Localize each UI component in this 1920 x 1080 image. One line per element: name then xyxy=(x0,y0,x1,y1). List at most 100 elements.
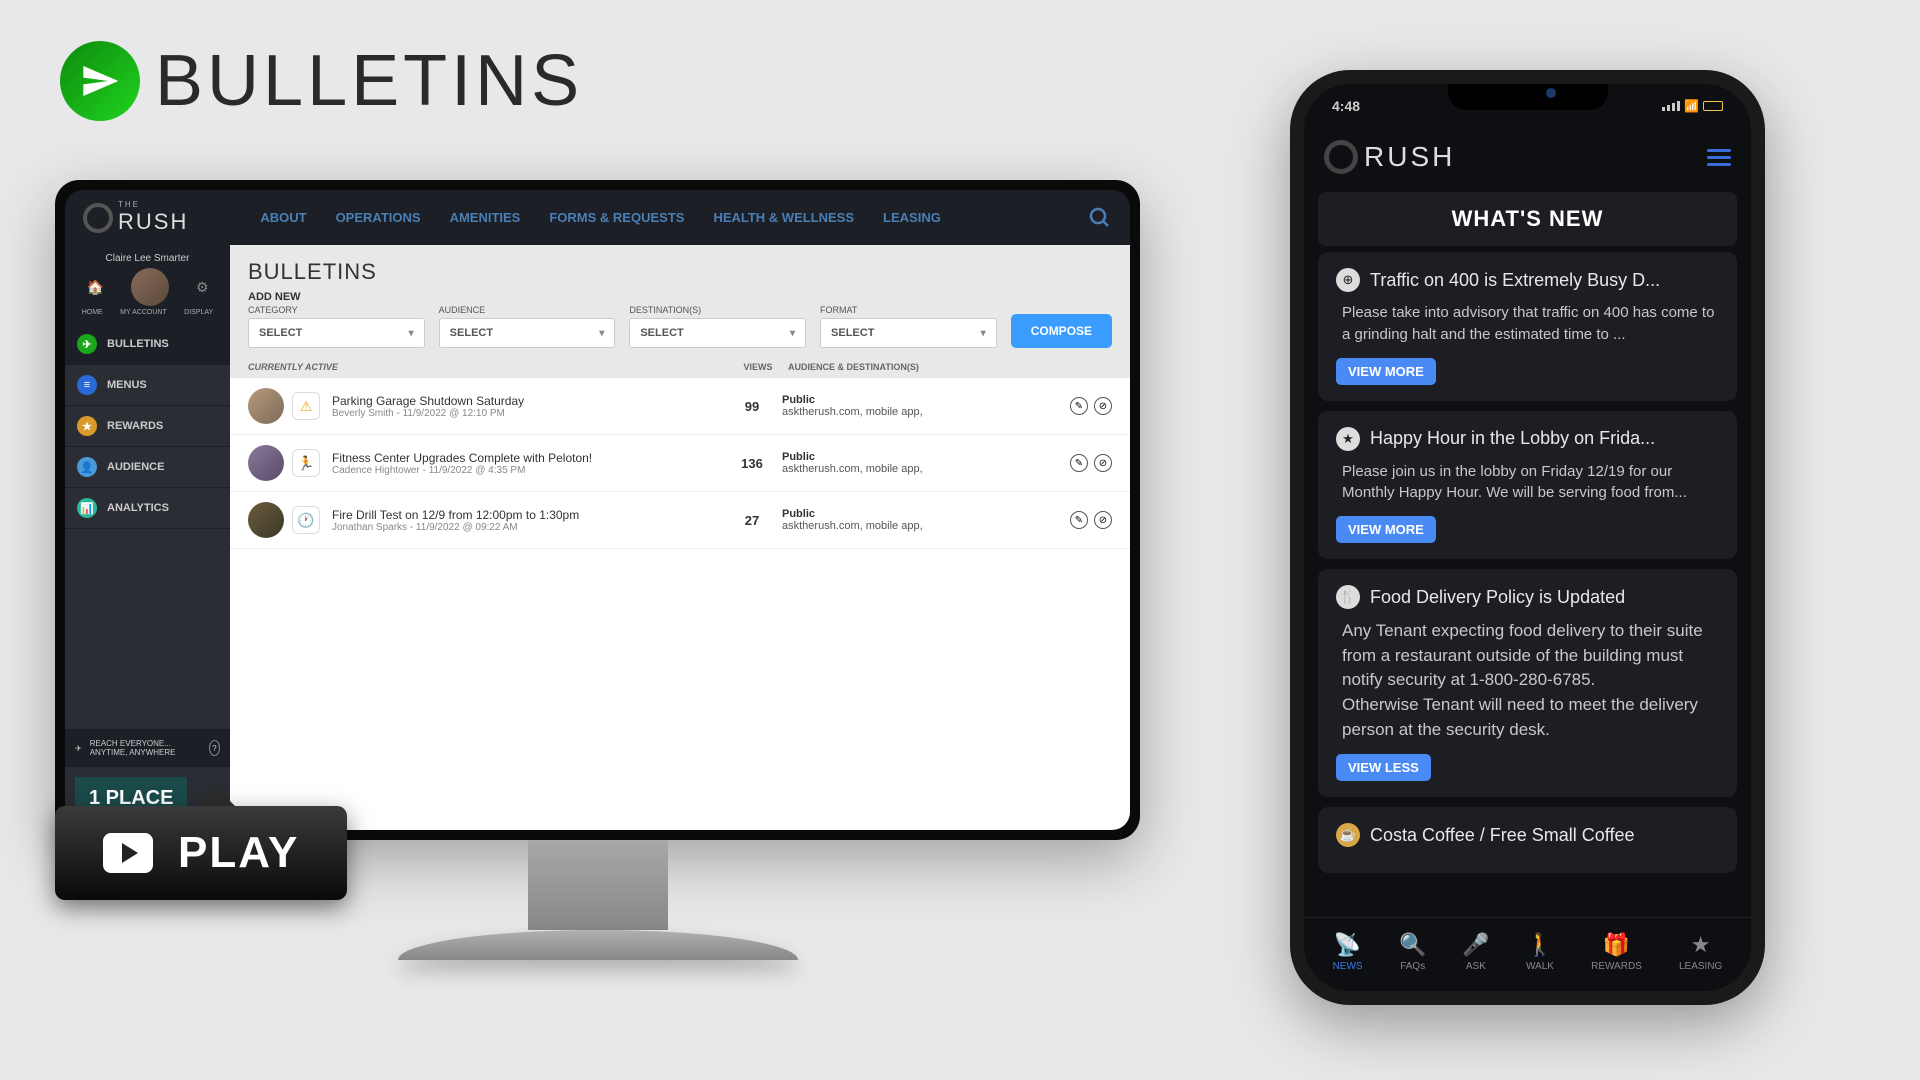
user-label-account[interactable]: MY ACCOUNT xyxy=(120,309,167,316)
tab-walk[interactable]: 🚶 WALK xyxy=(1526,932,1554,972)
row-aud-label: Public xyxy=(782,451,1070,463)
edit-icon[interactable]: ✎ xyxy=(1070,397,1088,415)
nav-about[interactable]: ABOUT xyxy=(248,202,318,233)
news-card[interactable]: ⊕ Traffic on 400 is Extremely Busy D... … xyxy=(1318,252,1737,401)
desktop-monitor: THE RUSH ABOUT OPERATIONS AMENITIES FORM… xyxy=(55,180,1140,960)
tab-ask[interactable]: 🎤 ASK xyxy=(1463,932,1489,972)
row-title: Parking Garage Shutdown Saturday xyxy=(332,394,722,408)
rush-logo[interactable]: THE RUSH xyxy=(83,201,188,235)
home-icon[interactable]: 🏠 xyxy=(87,279,104,296)
filter-label-destination: DESTINATION(S) xyxy=(629,305,806,315)
phone-header: RUSH xyxy=(1304,128,1751,186)
play-icon xyxy=(103,833,153,873)
delete-icon[interactable]: ⊘ xyxy=(1094,454,1112,472)
sidebar-item-menus[interactable]: ≡ MENUS xyxy=(65,365,230,406)
audience-select[interactable]: SELECT xyxy=(439,318,616,348)
star-icon: ★ xyxy=(1336,427,1360,451)
filter-label-category: CATEGORY xyxy=(248,305,425,315)
add-new-label: ADD NEW xyxy=(248,291,1112,303)
card-title: Happy Hour in the Lobby on Frida... xyxy=(1370,428,1719,449)
th-audience: AUDIENCE & DESTINATION(S) xyxy=(788,362,1112,372)
main-title: BULLETINS xyxy=(248,259,1112,285)
nav-health[interactable]: HEALTH & WELLNESS xyxy=(701,202,866,233)
category-badge-icon: 🕐 xyxy=(292,506,320,534)
row-title: Fire Drill Test on 12/9 from 12:00pm to … xyxy=(332,508,722,522)
play-label: PLAY xyxy=(178,828,299,878)
desktop-sidebar: Claire Lee Smarter 🏠 ⚙ HOME MY ACCOUNT D… xyxy=(65,245,230,830)
nav-amenities[interactable]: AMENITIES xyxy=(438,202,533,233)
row-meta: Jonathan Sparks - 11/9/2022 @ 09:22 AM xyxy=(332,522,722,533)
view-more-button[interactable]: VIEW MORE xyxy=(1336,516,1436,543)
sidebar-item-bulletins[interactable]: ✈ BULLETINS xyxy=(65,324,230,365)
edit-icon[interactable]: ✎ xyxy=(1070,454,1088,472)
edit-icon[interactable]: ✎ xyxy=(1070,511,1088,529)
hamburger-icon[interactable] xyxy=(1707,149,1731,166)
view-more-button[interactable]: VIEW MORE xyxy=(1336,358,1436,385)
phone-logo-text: RUSH xyxy=(1364,141,1455,173)
delete-icon[interactable]: ⊘ xyxy=(1094,397,1112,415)
traffic-icon: ⊕ xyxy=(1336,268,1360,292)
news-card[interactable]: ★ Happy Hour in the Lobby on Frida... Pl… xyxy=(1318,411,1737,560)
card-title: Costa Coffee / Free Small Coffee xyxy=(1370,825,1719,846)
phone-rush-logo[interactable]: RUSH xyxy=(1324,140,1455,174)
view-less-button[interactable]: VIEW LESS xyxy=(1336,754,1431,781)
author-avatar xyxy=(248,502,284,538)
food-icon: 🍴 xyxy=(1336,585,1360,609)
card-body: Any Tenant expecting food delivery to th… xyxy=(1336,619,1719,742)
news-icon: 📡 xyxy=(1335,932,1361,958)
search-icon: 🔍 xyxy=(1400,932,1426,958)
sidebar-banner[interactable]: ✈ REACH EVERYONE... ANYTIME, ANYWHERE ? xyxy=(65,729,230,767)
row-views: 136 xyxy=(722,456,782,471)
category-select[interactable]: SELECT xyxy=(248,318,425,348)
row-aud-label: Public xyxy=(782,394,1070,406)
search-icon[interactable] xyxy=(1088,206,1112,230)
phone-tabbar: 📡 NEWS 🔍 FAQs 🎤 ASK 🚶 WALK 🎁 REWA xyxy=(1304,917,1751,991)
tab-leasing[interactable]: ★ LEASING xyxy=(1679,932,1722,972)
format-select[interactable]: SELECT xyxy=(820,318,997,348)
phone-cards[interactable]: ⊕ Traffic on 400 is Extremely Busy D... … xyxy=(1304,252,1751,917)
nav-operations[interactable]: OPERATIONS xyxy=(324,202,433,233)
page-heading: BULLETINS xyxy=(60,40,583,122)
tab-news[interactable]: 📡 NEWS xyxy=(1333,932,1363,972)
tab-rewards[interactable]: 🎁 REWARDS xyxy=(1591,932,1642,972)
author-avatar xyxy=(248,445,284,481)
category-badge-icon: ⚠ xyxy=(292,392,320,420)
whats-new-title: WHAT'S NEW xyxy=(1318,192,1737,246)
sidebar-item-audience[interactable]: 👤 AUDIENCE xyxy=(65,447,230,488)
row-aud-dest: asktherush.com, mobile app, xyxy=(782,406,1070,418)
desktop-main: BULLETINS ADD NEW CATEGORY SELECT AUDIEN… xyxy=(230,245,1130,830)
status-time: 4:48 xyxy=(1332,98,1360,114)
logo-the: THE xyxy=(118,201,188,209)
tab-faqs[interactable]: 🔍 FAQs xyxy=(1400,932,1426,972)
table-row[interactable]: 🏃 Fitness Center Upgrades Complete with … xyxy=(230,435,1130,492)
user-avatar[interactable] xyxy=(131,268,169,306)
page-title-text: BULLETINS xyxy=(155,40,583,122)
nav-forms[interactable]: FORMS & REQUESTS xyxy=(537,202,696,233)
sidebar-item-rewards[interactable]: ★ REWARDS xyxy=(65,406,230,447)
row-aud-label: Public xyxy=(782,508,1070,520)
destination-select[interactable]: SELECT xyxy=(629,318,806,348)
card-body: Please join us in the lobby on Friday 12… xyxy=(1336,461,1719,505)
delete-icon[interactable]: ⊘ xyxy=(1094,511,1112,529)
play-button[interactable]: PLAY xyxy=(55,806,347,900)
row-aud-dest: asktherush.com, mobile app, xyxy=(782,463,1070,475)
sidebar-item-analytics[interactable]: 📊 ANALYTICS xyxy=(65,488,230,529)
news-card[interactable]: ☕ Costa Coffee / Free Small Coffee xyxy=(1318,807,1737,873)
news-card[interactable]: 🍴 Food Delivery Policy is Updated Any Te… xyxy=(1318,569,1737,797)
user-label-display[interactable]: DISPLAY xyxy=(184,309,213,316)
logo-circle-icon xyxy=(1324,140,1358,174)
rewards-icon: ★ xyxy=(77,416,97,436)
help-icon[interactable]: ? xyxy=(209,740,220,756)
author-avatar xyxy=(248,388,284,424)
gear-icon[interactable]: ⚙ xyxy=(196,279,209,296)
user-name: Claire Lee Smarter xyxy=(73,253,222,264)
signal-icon xyxy=(1662,101,1680,111)
table-row[interactable]: 🕐 Fire Drill Test on 12/9 from 12:00pm t… xyxy=(230,492,1130,549)
user-panel: Claire Lee Smarter 🏠 ⚙ HOME MY ACCOUNT D… xyxy=(65,245,230,324)
filter-label-audience: AUDIENCE xyxy=(439,305,616,315)
user-label-home[interactable]: HOME xyxy=(82,309,103,316)
nav-leasing[interactable]: LEASING xyxy=(871,202,953,233)
compose-button[interactable]: COMPOSE xyxy=(1011,314,1112,348)
table-row[interactable]: ⚠ Parking Garage Shutdown Saturday Bever… xyxy=(230,378,1130,435)
desktop-nav: ABOUT OPERATIONS AMENITIES FORMS & REQUE… xyxy=(248,202,1078,233)
